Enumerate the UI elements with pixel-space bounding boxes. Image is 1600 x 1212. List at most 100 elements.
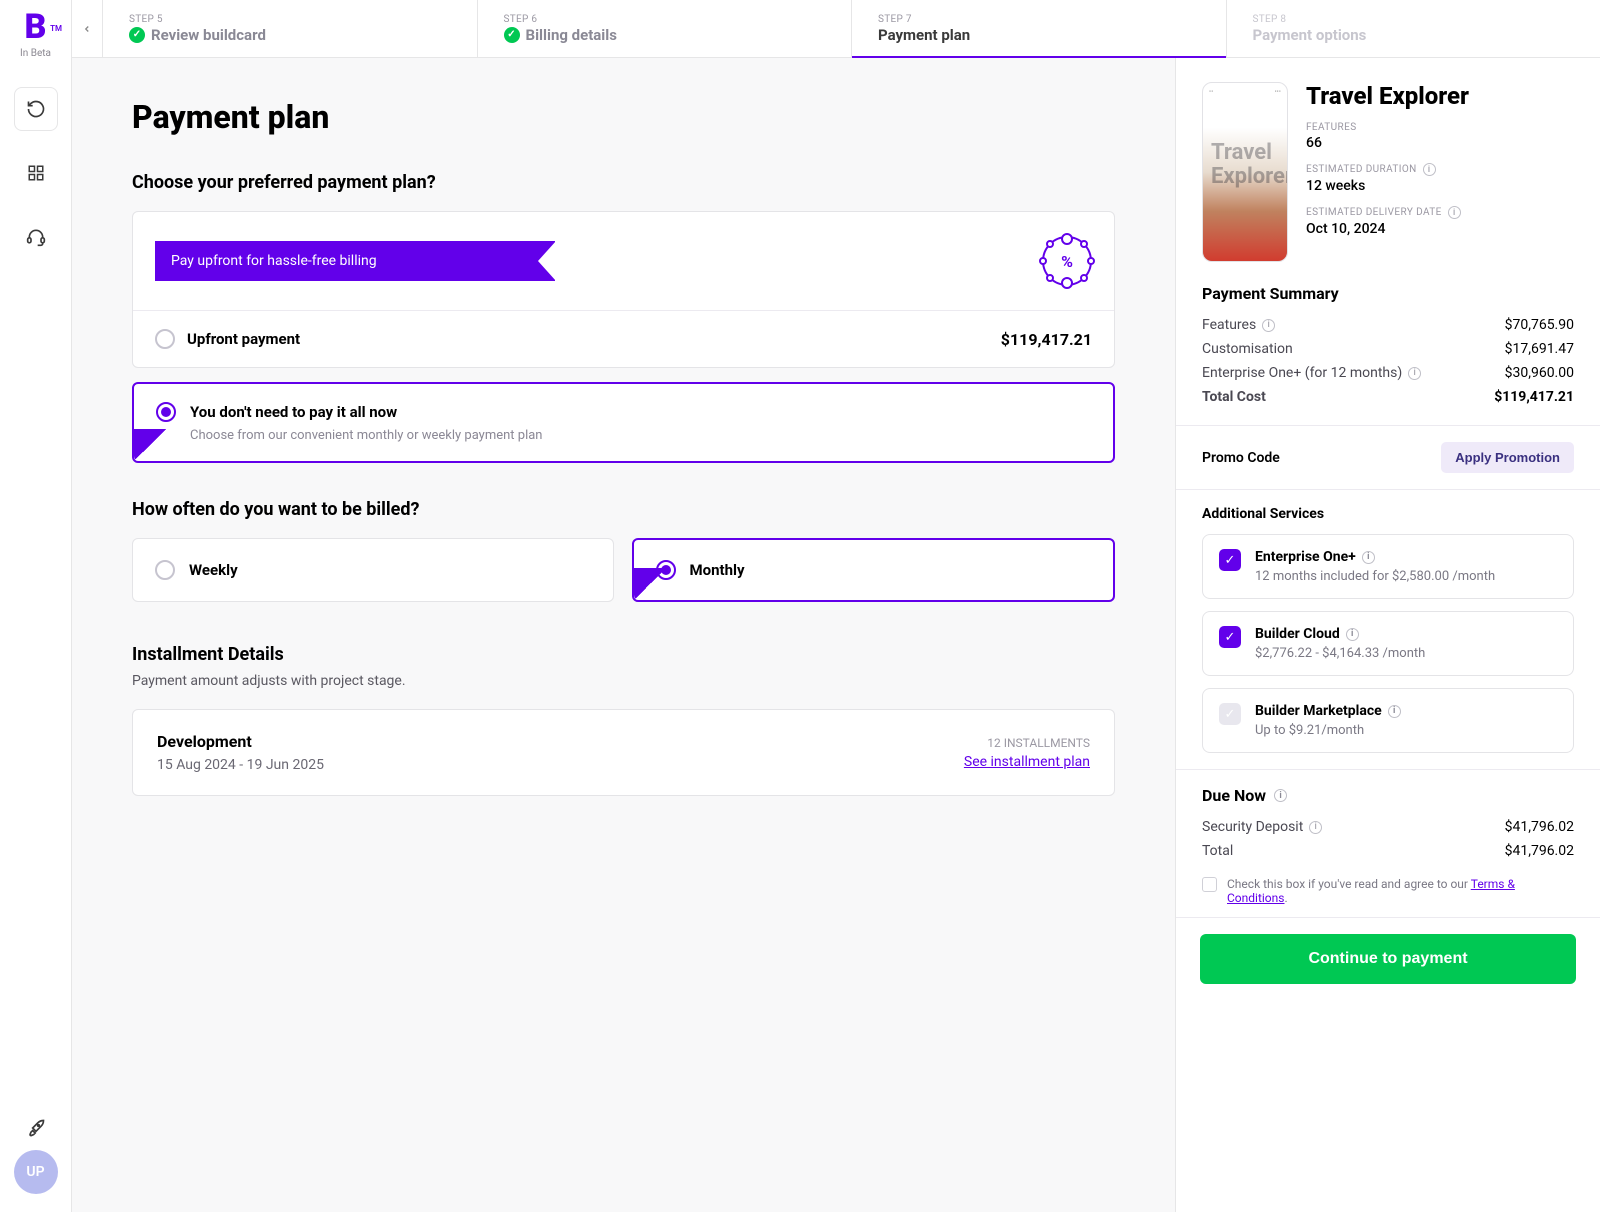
svc3-name: Builder Marketplace (1255, 703, 1382, 719)
checkbox-off-icon[interactable]: ✓ (1219, 703, 1241, 725)
rocket-icon[interactable] (14, 1106, 58, 1150)
undo-icon[interactable] (14, 87, 58, 131)
project-name: Travel Explorer (1306, 82, 1469, 110)
brand-logo: B TM In Beta (20, 10, 51, 59)
additional-services-header: Additional Services (1202, 506, 1574, 522)
promo-label: Promo Code (1202, 450, 1280, 466)
delivery-value: Oct 10, 2024 (1306, 221, 1469, 237)
row-ent-k: Enterprise One+ (for 12 months) (1202, 365, 1402, 381)
discount-icon: % (1042, 236, 1092, 286)
content-area: Payment plan Choose your preferred payme… (72, 58, 1175, 1212)
monthly-label: Monthly (690, 561, 745, 579)
body-row: Payment plan Choose your preferred payme… (72, 58, 1600, 1212)
weekly-label: Weekly (189, 561, 238, 579)
freq-heading: How often do you want to be billed? (132, 499, 1115, 520)
user-avatar[interactable]: UP (14, 1150, 58, 1194)
duration-label: ESTIMATED DURATION (1306, 164, 1417, 175)
radio-upfront[interactable] (155, 329, 175, 349)
duration-value: 12 weeks (1306, 178, 1469, 194)
info-icon[interactable]: i (1408, 367, 1421, 380)
features-label: FEATURES (1306, 122, 1469, 133)
terms-text: Check this box if you've read and agree … (1227, 877, 1574, 905)
radio-monthly[interactable] (656, 560, 676, 580)
steps-bar: STEP 5 ✓ Review buildcard STEP 6 ✓ Billi… (72, 0, 1600, 58)
checkbox-on-icon[interactable]: ✓ (1219, 626, 1241, 648)
row-custom-v: $17,691.47 (1505, 341, 1574, 357)
terms-checkbox[interactable] (1202, 877, 1217, 892)
info-icon[interactable]: i (1346, 628, 1359, 641)
payment-summary-header: Payment Summary (1202, 284, 1574, 303)
info-icon[interactable]: i (1448, 206, 1461, 219)
row-features-k: Features (1202, 317, 1256, 333)
svc1-sub: 12 months included for $2,580.00 /month (1255, 569, 1495, 584)
due-total-k: Total (1202, 843, 1233, 859)
page-title: Payment plan (132, 98, 1115, 136)
installment-option[interactable]: You don't need to pay it all now Choose … (132, 382, 1115, 463)
inst-heading: Installment Details (132, 644, 1115, 665)
upfront-option[interactable]: Upfront payment $119,417.21 (133, 310, 1114, 367)
choose-heading: Choose your preferred payment plan? (132, 172, 1115, 193)
installment-sub: Choose from our convenient monthly or we… (190, 428, 1091, 443)
row-ent-v: $30,960.00 (1505, 365, 1574, 381)
info-icon[interactable]: i (1309, 821, 1322, 834)
info-icon[interactable]: i (1388, 705, 1401, 718)
row-total-v: $119,417.21 (1494, 389, 1574, 405)
inst-count: 12 INSTALLMENTS (964, 736, 1090, 750)
step-5[interactable]: STEP 5 ✓ Review buildcard (102, 0, 477, 57)
service-enterprise-one[interactable]: ✓ Enterprise One+i 12 months included fo… (1202, 534, 1574, 599)
radio-installment[interactable] (156, 402, 176, 422)
inst-subtext: Payment amount adjusts with project stag… (132, 673, 1115, 689)
back-button[interactable] (72, 0, 102, 57)
logo-tm: TM (50, 12, 62, 46)
installment-title: You don't need to pay it all now (190, 403, 397, 421)
grid-icon[interactable] (14, 151, 58, 195)
continue-to-payment-button[interactable]: Continue to payment (1200, 934, 1576, 984)
service-builder-cloud[interactable]: ✓ Builder Cloud i $2,776.22 - $4,164.33 /… (1202, 611, 1574, 676)
headset-icon[interactable] (14, 215, 58, 259)
upfront-banner: Pay upfront for hassle-free billing (155, 241, 555, 281)
info-icon[interactable]: i (1262, 319, 1275, 332)
step-5-label: STEP 5 (129, 14, 451, 25)
inst-dates: 15 Aug 2024 - 19 Jun 2025 (157, 757, 324, 773)
row-custom-k: Customisation (1202, 341, 1293, 357)
row-total-k: Total Cost (1202, 389, 1266, 405)
step-7[interactable]: STEP 7 Payment plan (851, 0, 1226, 57)
see-installment-link[interactable]: See installment plan (964, 754, 1090, 770)
apply-promotion-button[interactable]: Apply Promotion (1441, 442, 1574, 473)
info-icon[interactable]: i (1362, 551, 1375, 564)
beta-label: In Beta (20, 48, 51, 59)
upfront-card: Pay upfront for hassle-free billing % Up… (132, 211, 1115, 368)
info-icon[interactable]: i (1423, 163, 1436, 176)
step-8-label: STEP 8 (1253, 14, 1575, 25)
step-6-label: STEP 6 (504, 14, 826, 25)
info-icon[interactable]: i (1274, 789, 1287, 802)
freq-weekly[interactable]: Weekly (132, 538, 614, 602)
service-builder-marketplace[interactable]: ✓ Builder Marketplace i Up to $9.21/month (1202, 688, 1574, 753)
step-5-title: Review buildcard (151, 26, 266, 44)
upfront-price: $119,417.21 (1001, 330, 1092, 349)
left-nav-rail: B TM In Beta UP (0, 0, 72, 1212)
main-column: STEP 5 ✓ Review buildcard STEP 6 ✓ Billi… (72, 0, 1600, 1212)
project-thumbnail: ····· Travel Explorer (1202, 82, 1288, 262)
freq-monthly[interactable]: Monthly (632, 538, 1116, 602)
step-7-label: STEP 7 (878, 14, 1200, 25)
step-6[interactable]: STEP 6 ✓ Billing details (477, 0, 852, 57)
logo-letter: B TM (20, 10, 51, 44)
radio-weekly[interactable] (155, 560, 175, 580)
due-dep-k: Security Deposit (1202, 819, 1303, 835)
due-total-v: $41,796.02 (1505, 843, 1574, 859)
svc2-sub: $2,776.22 - $4,164.33 /month (1255, 646, 1425, 661)
step-8: STEP 8 Payment options (1226, 0, 1600, 57)
features-value: 66 (1306, 135, 1469, 151)
due-now-header: Due Now (1202, 786, 1266, 805)
installment-detail-card: Development 15 Aug 2024 - 19 Jun 2025 12… (132, 709, 1115, 796)
inst-phase: Development (157, 732, 324, 751)
check-icon: ✓ (129, 27, 145, 43)
summary-panel: ····· Travel Explorer Travel Explorer FE… (1175, 58, 1600, 1212)
step-6-title: Billing details (526, 26, 617, 44)
upfront-label: Upfront payment (187, 330, 300, 348)
svc3-sub: Up to $9.21/month (1255, 723, 1401, 738)
checkbox-on-icon[interactable]: ✓ (1219, 549, 1241, 571)
check-icon: ✓ (504, 27, 520, 43)
svc2-name: Builder Cloud (1255, 626, 1340, 642)
